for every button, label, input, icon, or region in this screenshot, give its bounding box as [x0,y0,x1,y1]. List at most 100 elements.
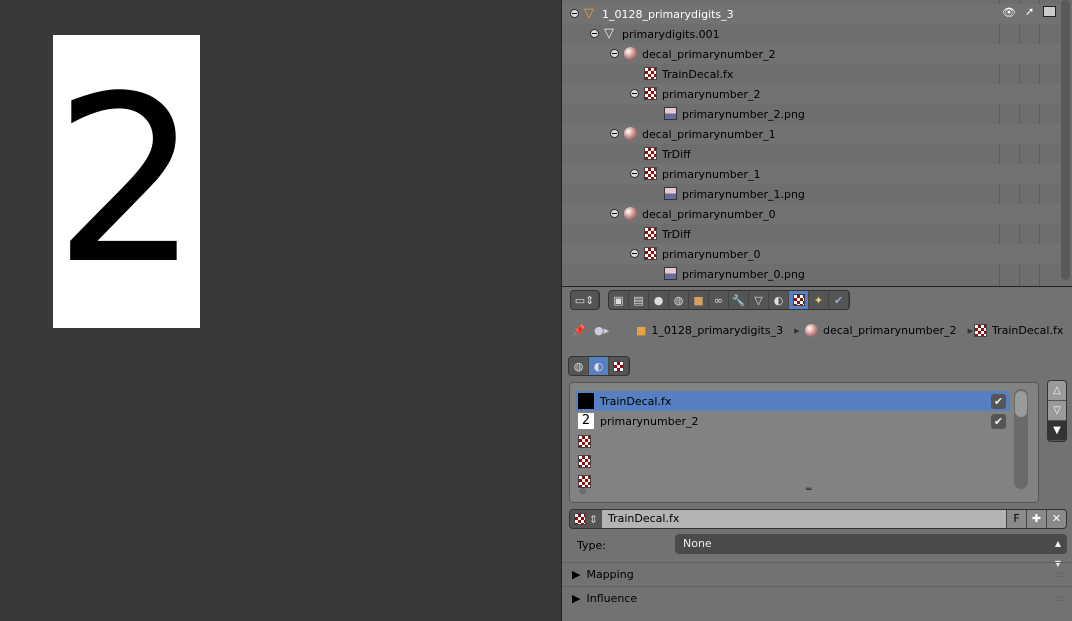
render-layers-tab-icon[interactable]: ▤ [629,291,649,309]
texture-preview: 2 [53,35,200,328]
expand-triangle-icon: ▶ [572,568,581,581]
resize-handle[interactable]: ═ [806,485,811,495]
list-scrollbar[interactable] [1014,389,1028,489]
fake-user-button[interactable]: F [1006,510,1026,528]
texture-icon [644,227,657,240]
breadcrumb-object-label: 1_0128_primarydigits_3 [651,324,784,337]
preview-digit: 2 [53,47,200,315]
outliner-row[interactable]: primarynumber_0.png [562,264,1060,284]
collapse-icon[interactable] [610,209,619,218]
texture-icon [644,147,657,160]
visibility-eye-icon[interactable]: 👁 [1002,6,1016,19]
influence-panel-header[interactable]: ▶ Influence:::: [562,586,1072,610]
texture-icon [644,247,657,260]
breadcrumb-texture: TrainDecal.fx [974,324,1063,337]
world-tab-icon[interactable]: ◍ [669,291,689,309]
new-texture-button[interactable]: ✚ [1026,510,1046,528]
collapse-icon[interactable] [590,29,599,38]
outliner-row[interactable]: decal_primarynumber_2 [562,44,1060,64]
material-tab-icon[interactable]: ◐ [769,291,789,309]
texture-slot[interactable]: 2 primarynumber_2 ✔ [576,411,1010,431]
type-value: None [683,537,712,550]
collapse-icon[interactable] [610,49,619,58]
image-icon [664,267,677,280]
collapse-icon[interactable] [570,9,579,18]
outliner: ▽ 1_0128_primarydigits_3 ▽ primarydigits.00… [562,0,1072,286]
data-tab-icon[interactable]: ▽ [749,291,769,309]
texture-context-buttons: ◍ ◐ [568,356,630,376]
render-camera-icon[interactable] [1043,6,1056,17]
type-select[interactable]: None ▲ ▼ [675,534,1067,568]
influence-label: Influence [586,592,638,605]
texture-slot[interactable] [576,471,1010,491]
physics-tab-icon[interactable]: ✔ [829,291,849,309]
object-tab-icon[interactable]: ■ [689,291,709,309]
outliner-row-label: primarynumber_1.png [682,187,805,201]
expand-triangle-icon: ▶ [572,592,581,605]
select-cursor-icon[interactable]: ➚ [1025,5,1034,18]
texture-slot-label: primarynumber_2 [600,414,699,428]
constraints-tab-icon[interactable]: ∞ [709,291,729,309]
outliner-row[interactable]: decal_primarynumber_1 [562,124,1060,144]
editor-type-button[interactable]: ▭⇕ [570,290,600,310]
texture-slot[interactable] [576,451,1010,471]
modifiers-tab-icon[interactable]: 🔧 [729,291,749,309]
type-label: Type: [577,539,606,552]
move-down-button[interactable]: ▽ [1048,401,1066,421]
outliner-row[interactable]: primarynumber_1 [562,164,1060,184]
scene-icon: ●▸ [594,324,610,337]
slot-enabled-checkbox[interactable]: ✔ [991,414,1006,429]
other-texture-icon[interactable] [609,357,629,375]
outliner-row-label: primarynumber_1 [662,167,761,181]
breadcrumb-object: ■ 1_0128_primarydigits_3 ▸ [636,324,800,337]
material-icon [624,207,637,220]
particles-tab-icon[interactable]: ✦ [809,291,829,309]
outliner-row[interactable]: primarynumber_2.png [562,104,1060,124]
add-slot-icon[interactable]: ⊕ [579,487,587,497]
outliner-row-label: primarynumber_0 [662,247,761,261]
outliner-row[interactable]: decal_primarynumber_0 [562,204,1060,224]
texture-browse-button[interactable]: ⇕ [570,510,602,528]
collapse-icon[interactable] [630,249,639,258]
outliner-row[interactable]: TrDiff [562,144,1060,164]
empty-texture-slot-icon [578,454,591,468]
outliner-row[interactable]: primarynumber_0 [562,244,1060,264]
outliner-row[interactable]: primarynumber_2 [562,84,1060,104]
collapse-icon[interactable] [630,89,639,98]
slot-order-buttons: △ ▽ ▼ [1047,380,1067,442]
slot-enabled-checkbox[interactable]: ✔ [991,394,1006,409]
material-texture-icon[interactable]: ◐ [589,357,609,375]
outliner-row-label: decal_primarynumber_1 [642,127,776,141]
outliner-row[interactable]: ▽ 1_0128_primarydigits_3 [562,4,1060,24]
render-tab-icon[interactable]: ▣ [609,291,629,309]
pin-icon[interactable]: 📌 [572,324,586,337]
outliner-row[interactable]: ▽ primarydigits.001 [562,24,1060,44]
texture-icon [644,67,657,80]
unlink-texture-button[interactable]: ✕ [1046,510,1066,528]
mesh-data-icon: ▽ [604,26,614,41]
texture-icon [644,167,657,180]
scene-tab-icon[interactable]: ● [649,291,669,309]
outliner-row[interactable]: primarynumber_1.png [562,184,1060,204]
texture-tab-icon[interactable] [789,291,809,309]
outliner-scrollbar[interactable] [1061,0,1070,280]
outliner-row[interactable]: TrainDecal.fx [562,64,1060,84]
outliner-row[interactable]: TrDiff [562,224,1060,244]
image-icon [664,107,677,120]
specials-menu-button[interactable]: ▼ [1048,421,1066,441]
move-up-button[interactable]: △ [1048,381,1066,401]
outliner-row-label: primarynumber_2 [662,87,761,101]
collapse-icon[interactable] [610,129,619,138]
context-tabs: ▣ ▤ ● ◍ ■ ∞ 🔧 ▽ ◐ ✦ ✔ [608,290,850,310]
black-texture-thumb [578,393,594,409]
mapping-label: Mapping [586,568,634,581]
texture-slot[interactable]: TrainDecal.fx ✔ [576,391,1010,411]
breadcrumb-texture-label: TrainDecal.fx [992,324,1064,337]
properties-editor: 📌 ●▸ ■ 1_0128_primarydigits_3 ▸ decal_prim… [562,312,1072,621]
outliner-row-label: TrainDecal.fx [662,67,734,81]
texture-name-field[interactable]: TrainDecal.fx [602,510,1006,528]
mapping-panel-header[interactable]: ▶ Mapping:::: [562,562,1072,586]
texture-slot[interactable] [576,431,1010,451]
collapse-icon[interactable] [630,169,639,178]
world-texture-icon[interactable]: ◍ [569,357,589,375]
